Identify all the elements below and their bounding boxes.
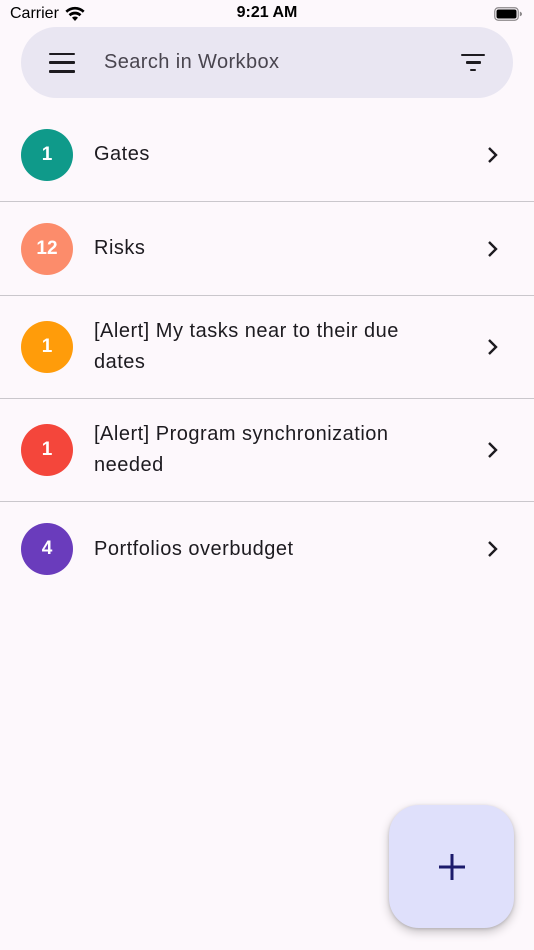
status-time: 9:21 AM — [236, 4, 298, 21]
item-label: Risks — [94, 237, 146, 259]
list-item-tasks-alert[interactable]: 1 [Alert] My tasks near to their due dat… — [0, 296, 534, 399]
search-bar[interactable]: Search in Workbox — [21, 27, 513, 98]
count-badge: 1 — [21, 128, 73, 181]
workbox-list: 1 Gates 12 Risks 1 [Alert] My tasks near… — [0, 108, 534, 596]
count-badge: 1 — [21, 424, 73, 476]
list-item-sync-alert[interactable]: 1 [Alert] Program synchronization needed — [0, 399, 534, 502]
chevron-right-icon — [488, 541, 498, 557]
item-label: Gates — [94, 143, 150, 165]
item-label: Portfolios overbudget — [94, 537, 294, 560]
count-badge: 1 — [21, 321, 73, 373]
search-input[interactable]: Search in Workbox — [104, 51, 461, 74]
chevron-right-icon — [488, 442, 498, 458]
list-item-risks[interactable]: 12 Risks — [0, 202, 534, 296]
chevron-right-icon — [488, 339, 498, 355]
add-button[interactable] — [389, 805, 514, 928]
chevron-right-icon — [488, 240, 498, 257]
list-item-gates[interactable]: 1 Gates — [0, 108, 534, 202]
count-badge: 4 — [21, 523, 73, 575]
item-label: [Alert] My tasks near to their due dates — [94, 320, 399, 373]
item-label: [Alert] Program synchronization needed — [94, 423, 389, 476]
status-bar: Carrier 9:21 AM — [0, 0, 534, 28]
list-item-portfolios[interactable]: 4 Portfolios overbudget — [0, 502, 534, 596]
plus-icon — [438, 853, 465, 880]
chevron-right-icon — [488, 146, 498, 163]
filter-icon[interactable] — [461, 53, 485, 72]
count-badge: 12 — [21, 222, 73, 275]
menu-icon[interactable] — [49, 52, 75, 73]
